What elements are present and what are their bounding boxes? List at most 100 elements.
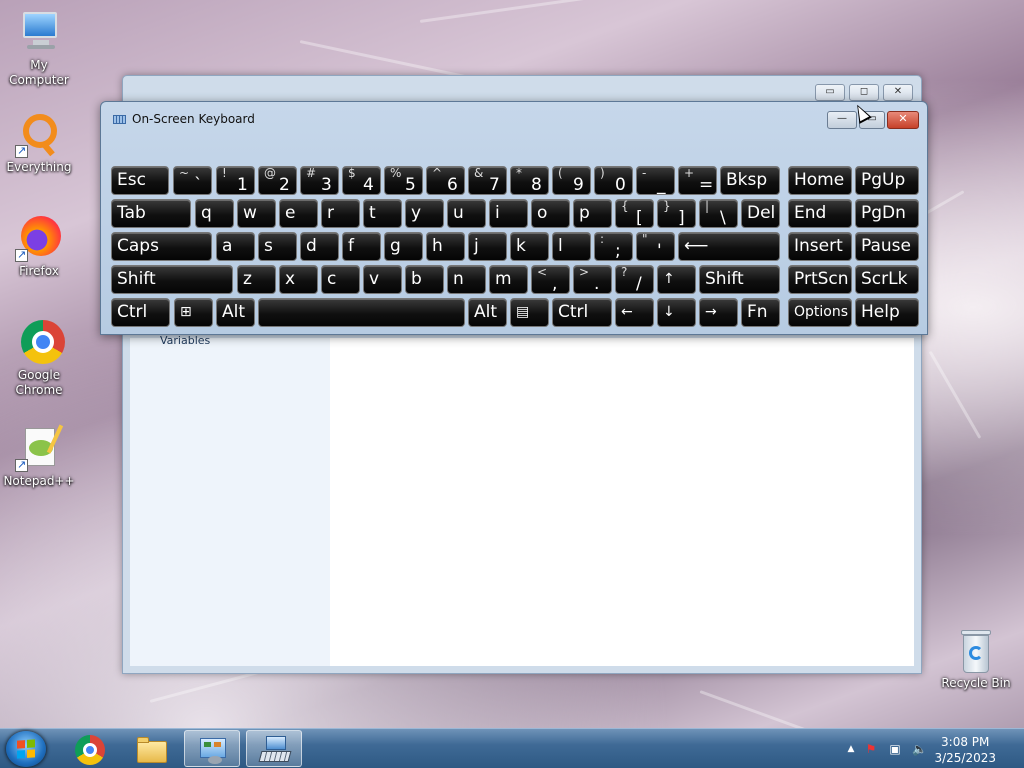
key-insert[interactable]: Insert [788,232,852,261]
key-6[interactable]: ^ 6 [426,166,465,195]
key-z[interactable]: z [237,265,276,294]
key-windows[interactable]: ⊞ [174,298,213,327]
desktop-icon-my-computer[interactable]: My Computer [0,8,78,88]
key-alt-left[interactable]: Alt [216,298,255,327]
key-u[interactable]: u [447,199,486,228]
desktop-icon-recycle-bin[interactable]: Recycle Bin [938,630,1014,690]
taskbar-control-panel[interactable] [184,730,240,767]
key-shift-left[interactable]: Shift [111,265,233,294]
key-pgdn[interactable]: PgDn [855,199,919,228]
key-v[interactable]: v [363,265,402,294]
key-y[interactable]: y [405,199,444,228]
key-7[interactable]: & 7 [468,166,507,195]
clock[interactable]: 3:08 PM 3/25/2023 [934,734,996,766]
key-b[interactable]: b [405,265,444,294]
key-3[interactable]: #3 [300,166,339,195]
on-screen-keyboard-window[interactable]: On-Screen Keyboard — ▭ ✕ Esc ~ ` ! 1 @2 #3… [100,101,928,335]
key-menu[interactable]: ▤ [510,298,549,327]
desktop-icon-firefox[interactable]: Firefox [0,214,78,279]
key-options[interactable]: Options [788,298,852,327]
key-slash[interactable]: ? / [615,265,654,294]
key-j[interactable]: j [468,232,507,261]
key-equals[interactable]: + = [678,166,717,195]
action-center-flag-icon[interactable]: ⚑ [864,742,878,756]
key-l[interactable]: l [552,232,591,261]
key-k[interactable]: k [510,232,549,261]
show-hidden-icons-chevron-up-icon[interactable]: ▲ [844,742,858,756]
key-backslash[interactable]: | \ [699,199,738,228]
key-arrow-down[interactable]: ↓ [657,298,696,327]
start-button[interactable] [6,731,46,767]
chrome-icon [15,318,65,366]
key-x[interactable]: x [279,265,318,294]
key-shift-right[interactable]: Shift [699,265,780,294]
key-arrow-up[interactable]: ↑ [657,265,696,294]
key-tab[interactable]: Tab [111,199,191,228]
key-4[interactable]: $4 [342,166,381,195]
desktop-icon-everything[interactable]: Everything [0,110,78,175]
key-del[interactable]: Del [741,199,780,228]
key-8[interactable]: * 8 [510,166,549,195]
key-h[interactable]: h [426,232,465,261]
key-9[interactable]: (9 [552,166,591,195]
key-n[interactable]: n [447,265,486,294]
taskbar-chrome[interactable] [62,730,118,767]
key-ctrl-left[interactable]: Ctrl [111,298,170,327]
key-caps[interactable]: Caps [111,232,212,261]
key-c[interactable]: c [321,265,360,294]
key-left-bracket[interactable]: {[ [615,199,654,228]
key-e[interactable]: e [279,199,318,228]
key-r[interactable]: r [321,199,360,228]
background-maximize-button[interactable]: ◻ [849,84,879,101]
key-enter[interactable]: ⟵ [678,232,780,261]
key-quote[interactable]: " ' [636,232,675,261]
key-m[interactable]: m [489,265,528,294]
key-g[interactable]: g [384,232,423,261]
key-scrlk[interactable]: ScrLk [855,265,919,294]
key-s[interactable]: s [258,232,297,261]
key-t[interactable]: t [363,199,402,228]
key-2[interactable]: @2 [258,166,297,195]
osk-close-button[interactable]: ✕ [887,111,919,129]
key-0[interactable]: ) 0 [594,166,633,195]
key-1[interactable]: ! 1 [216,166,255,195]
taskbar-file-explorer[interactable] [124,730,180,767]
key-space[interactable] [258,298,465,327]
background-close-button[interactable]: ✕ [883,84,913,101]
key-minus[interactable]: - _ [636,166,675,195]
taskbar-on-screen-keyboard[interactable] [246,730,302,767]
key-home[interactable]: Home [788,166,852,195]
key-d[interactable]: d [300,232,339,261]
key-f[interactable]: f [342,232,381,261]
key-tilde[interactable]: ~ ` [173,166,212,195]
background-minimize-button[interactable]: ▭ [815,84,845,101]
network-icon[interactable]: ▣ [888,742,902,756]
key-esc[interactable]: Esc [111,166,169,195]
volume-muted-icon[interactable]: 🔈 [912,742,927,756]
key-o[interactable]: o [531,199,570,228]
osk-minimize-button[interactable]: — [827,111,857,129]
desktop-icon-notepad-plus-plus[interactable]: Notepad++ [0,424,78,489]
key-end[interactable]: End [788,199,852,228]
key-fn[interactable]: Fn [741,298,780,327]
key-5[interactable]: % 5 [384,166,423,195]
key-alt-right[interactable]: Alt [468,298,507,327]
desktop-icon-google-chrome[interactable]: Google Chrome [0,318,78,398]
key-ctrl-right[interactable]: Ctrl [552,298,612,327]
key-period[interactable]: >. [573,265,612,294]
key-i[interactable]: i [489,199,528,228]
key-backspace[interactable]: Bksp [720,166,780,195]
key-help[interactable]: Help [855,298,919,327]
key-arrow-right[interactable]: → [699,298,738,327]
key-arrow-left[interactable]: ← [615,298,654,327]
key-pause[interactable]: Pause [855,232,919,261]
key-prtscn[interactable]: PrtScn [788,265,852,294]
key-pgup[interactable]: PgUp [855,166,919,195]
key-right-bracket[interactable]: }] [657,199,696,228]
key-semicolon[interactable]: :; [594,232,633,261]
key-comma[interactable]: <, [531,265,570,294]
key-w[interactable]: w [237,199,276,228]
key-a[interactable]: a [216,232,255,261]
key-q[interactable]: q [195,199,234,228]
key-p[interactable]: p [573,199,612,228]
